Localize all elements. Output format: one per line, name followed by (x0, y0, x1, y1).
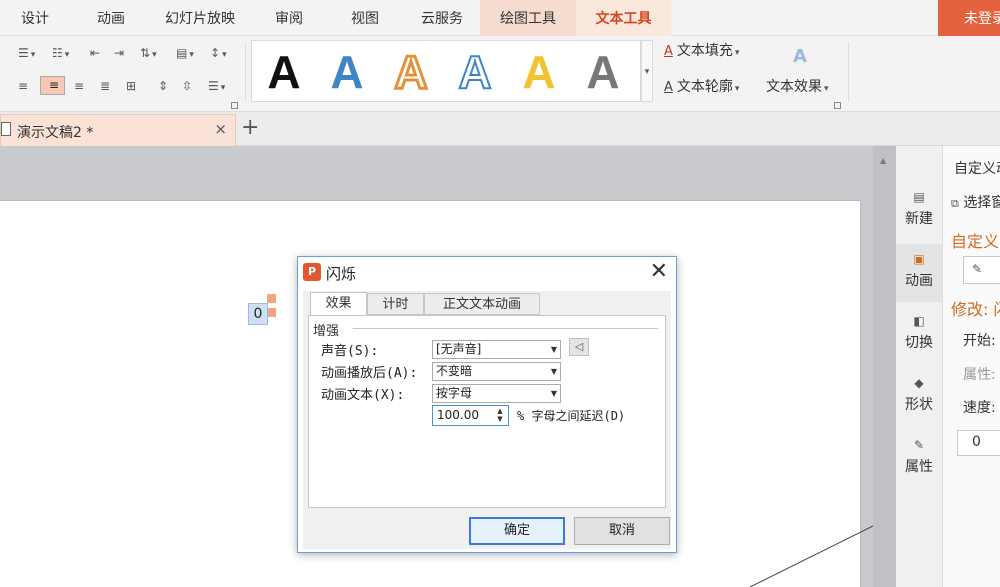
ok-button[interactable]: 确定 (469, 517, 565, 545)
property-label: 属性: (963, 367, 996, 383)
chevron-down-icon: ▼ (550, 345, 557, 354)
animation-order-marker[interactable]: 0 (248, 303, 268, 325)
letter-delay-label: % 字母之间延迟(D) (517, 409, 626, 423)
shape-icon: ◆ (914, 376, 924, 390)
new-icon: ▤ (913, 190, 925, 204)
panel-new-button[interactable]: ▤ 新建 (896, 182, 942, 240)
dialog-close-icon[interactable]: ✕ (650, 259, 668, 285)
effect-page: 增强 声音(S): [无声音] ▼ ◁ 动画播放后(A): 不变暗 ▼ 动画文本(X… (308, 315, 666, 508)
property-icon: ✎ (913, 438, 925, 452)
selection-icon: ⧉ (951, 197, 959, 210)
pencil-icon: ✎ (972, 262, 983, 276)
speed-label: 速度: (963, 400, 996, 416)
add-effect-button[interactable]: ✎ (963, 256, 1000, 284)
side-panel: ▤ 新建 ▣ 动画 ◧ 切换 ◆ 形状 ✎ 属性 (896, 146, 942, 587)
tab-timing[interactable]: 计时 (367, 293, 424, 315)
spinner-arrows-icon[interactable]: ▲ ▼ (494, 407, 506, 424)
group-divider (353, 328, 658, 329)
panel-transition-button[interactable]: ◧ 切换 (896, 306, 942, 364)
dialog-title: 闪烁 (326, 265, 357, 283)
animation-handle-bottom[interactable] (267, 308, 276, 317)
scroll-up-icon[interactable]: ▲ (880, 156, 886, 165)
dialog-body: 效果 计时 正文文本动画 增强 声音(S): [无声音] ▼ ◁ 动画播放后(A)… (303, 291, 671, 549)
start-label: 开始: (963, 333, 996, 349)
animate-text-select[interactable]: 按字母 ▼ (432, 384, 561, 403)
animate-text-label: 动画文本(X): (321, 388, 405, 403)
wps-logo-icon: P (303, 263, 321, 281)
animation-icon: ▣ (913, 252, 925, 266)
sound-label: 声音(S): (321, 344, 379, 359)
sound-select[interactable]: [无声音] ▼ (432, 340, 561, 359)
flicker-dialog: P 闪烁 ✕ 效果 计时 正文文本动画 增强 声音(S): [无声音] ▼ ◁ 动… (297, 256, 677, 553)
vertical-scrollbar[interactable]: ▲ (873, 146, 896, 587)
chevron-down-icon: ▼ (550, 367, 557, 376)
enhance-group-title: 增强 (313, 320, 344, 339)
tab-effect[interactable]: 效果 (310, 292, 367, 315)
cancel-button[interactable]: 取消 (574, 517, 670, 545)
tab-text-animation[interactable]: 正文文本动画 (424, 293, 540, 315)
animation-handle-top[interactable] (267, 294, 276, 303)
speaker-icon[interactable]: ◁ (569, 338, 589, 356)
custom-heading: 自定义 (951, 232, 1000, 251)
transition-icon: ◧ (913, 314, 925, 328)
animation-list-item[interactable]: 0 (957, 430, 1000, 456)
letter-delay-input[interactable]: 100.00 ▲ ▼ (432, 405, 509, 426)
pane-title: 自定义动 (954, 161, 1000, 177)
panel-property-button[interactable]: ✎ 属性 (896, 430, 942, 488)
custom-animation-pane: 自定义动 ⧉ 选择窗 自定义 ✎ 修改: 闪 开始: 属性: 速度: 0 (942, 146, 1000, 587)
after-animation-label: 动画播放后(A): (321, 366, 418, 381)
panel-animation-button[interactable]: ▣ 动画 (896, 244, 942, 302)
selection-pane-button[interactable]: ⧉ 选择窗 (951, 192, 1000, 212)
modify-heading: 修改: 闪 (951, 300, 1000, 319)
dialog-title-bar[interactable]: P 闪烁 ✕ (298, 257, 676, 287)
chevron-down-icon: ▼ (550, 389, 557, 398)
panel-shape-button[interactable]: ◆ 形状 (896, 368, 942, 426)
after-animation-select[interactable]: 不变暗 ▼ (432, 362, 561, 381)
